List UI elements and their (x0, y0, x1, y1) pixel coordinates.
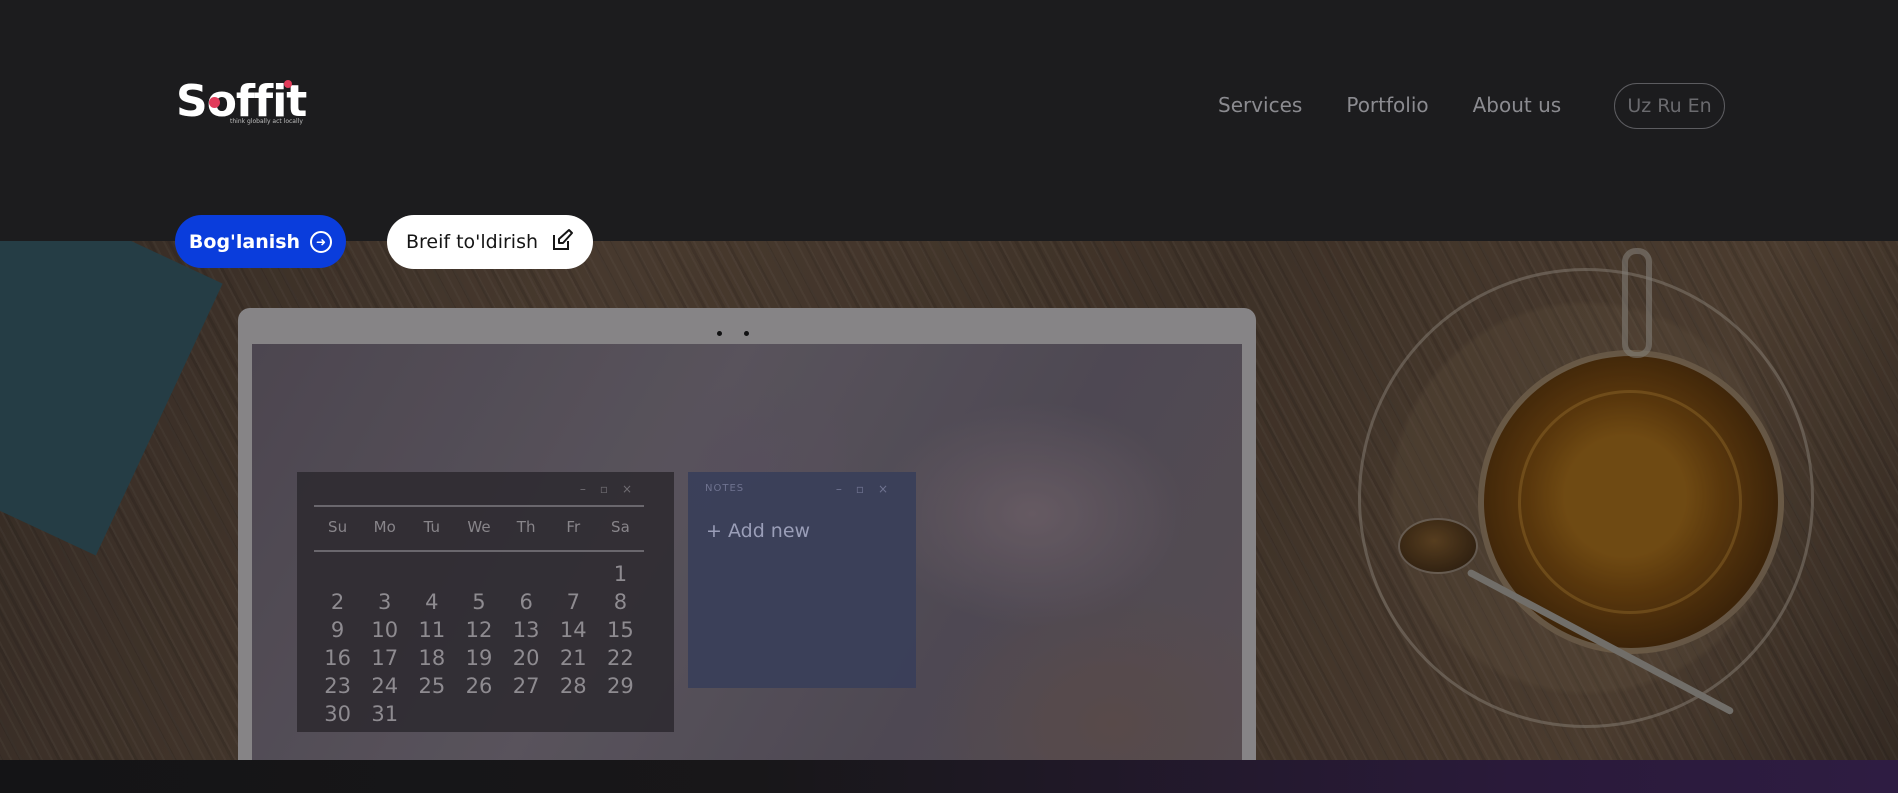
calendar-day: 8 (613, 590, 628, 614)
calendar-day: 24 (371, 674, 399, 698)
divider (314, 505, 644, 507)
logo-accent-dot (284, 80, 292, 88)
nav-item-portfolio[interactable]: Portfolio (1346, 92, 1428, 118)
window-controls: –▫× (835, 482, 902, 496)
logo-tagline: think globally act locally (230, 118, 303, 125)
fill-brief-button[interactable]: Breif to'ldirish (387, 215, 593, 269)
weekday: Su (328, 518, 348, 536)
language-switcher: Uz Ru En (1614, 83, 1725, 129)
calendar-day: 31 (371, 702, 399, 726)
calendar-day: 11 (418, 618, 446, 642)
divider (314, 550, 644, 552)
calendar-day: 7 (566, 590, 580, 614)
hero-overlay (0, 241, 1898, 760)
nav-item-services[interactable]: Services (1218, 92, 1302, 118)
contact-button-label: Bog'lanish (188, 230, 301, 253)
calendar-day: 29 (607, 674, 634, 698)
calendar-blank (455, 562, 502, 586)
calendar-day: 19 (465, 646, 493, 670)
nav-item-about-us[interactable]: About us (1473, 92, 1562, 118)
contact-button[interactable]: Bog'lanish ➜ (175, 215, 346, 268)
edit-icon (550, 228, 574, 257)
plus-icon: + (706, 520, 722, 542)
hero-image (0, 241, 1898, 760)
calendar-day: 14 (559, 618, 587, 642)
calendar-day: 25 (418, 674, 446, 698)
weekday: We (467, 518, 491, 536)
calendar-day: 10 (371, 618, 399, 642)
weekday: Fr (566, 518, 581, 536)
calendar-day: 3 (378, 590, 392, 614)
window-controls: –▫× (579, 482, 646, 496)
calendar-day: 20 (512, 646, 540, 670)
fill-brief-button-label: Breif to'ldirish (405, 231, 539, 253)
calendar-day: 21 (559, 646, 587, 670)
calendar-day: 23 (324, 674, 351, 698)
arrow-circle-right-icon: ➜ (310, 230, 333, 253)
calendar-day: 4 (425, 590, 439, 614)
calendar-day: 2 (330, 590, 345, 614)
lang-en[interactable]: En (1688, 95, 1712, 117)
weekday: Th (516, 518, 536, 536)
calendar-day: 9 (330, 618, 345, 642)
calendar-blank (408, 562, 455, 586)
calendar-day: 5 (472, 590, 486, 614)
calendar-blank (550, 562, 597, 586)
add-note-label: Add new (727, 520, 811, 542)
calendar-widget: –▫× Su Mo Tu We Th Fr Sa 1 2 3 4 5 6 7 8 9 10 11 12… (297, 472, 674, 732)
weekday-header: Su Mo Tu We Th Fr Sa (314, 518, 644, 536)
lang-ru[interactable]: Ru (1657, 95, 1681, 117)
next-section-strip (0, 760, 1898, 793)
calendar-day: 12 (465, 618, 493, 642)
calendar-days: 1 2 3 4 5 6 7 8 9 10 11 12 13 14 15 16 17 18 19 20 21 22 23 24 2… (314, 562, 644, 726)
calendar-day: 18 (418, 646, 446, 670)
notes-title: NOTES (705, 483, 745, 494)
calendar-day: 6 (519, 590, 533, 614)
calendar-day: 22 (607, 646, 634, 670)
add-note: + Add new (706, 520, 810, 542)
site-header: Soffit think globally act locally Servic… (0, 0, 1898, 241)
calendar-day: 13 (512, 618, 540, 642)
calendar-day: 17 (371, 646, 399, 670)
main-nav: Services Portfolio About us (1218, 92, 1561, 118)
lang-uz[interactable]: Uz (1627, 95, 1651, 117)
calendar-day: 28 (559, 674, 587, 698)
calendar-day: 1 (613, 562, 628, 586)
calendar-day: 26 (465, 674, 493, 698)
notes-widget: NOTES –▫× + Add new (688, 472, 916, 688)
landing-page: Soffit think globally act locally Servic… (0, 0, 1898, 793)
calendar-day: 15 (607, 618, 634, 642)
logo[interactable]: Soffit think globally act locally (176, 76, 311, 132)
weekday: Sa (611, 518, 630, 536)
logo-accent-dot (209, 97, 220, 108)
calendar-day: 16 (324, 646, 351, 670)
calendar-blank (503, 562, 550, 586)
calendar-day: 27 (512, 674, 540, 698)
calendar-blank (361, 562, 408, 586)
calendar-blank (314, 562, 361, 586)
weekday: Tu (423, 518, 441, 536)
calendar-day: 30 (324, 702, 351, 726)
weekday: Mo (373, 518, 396, 536)
